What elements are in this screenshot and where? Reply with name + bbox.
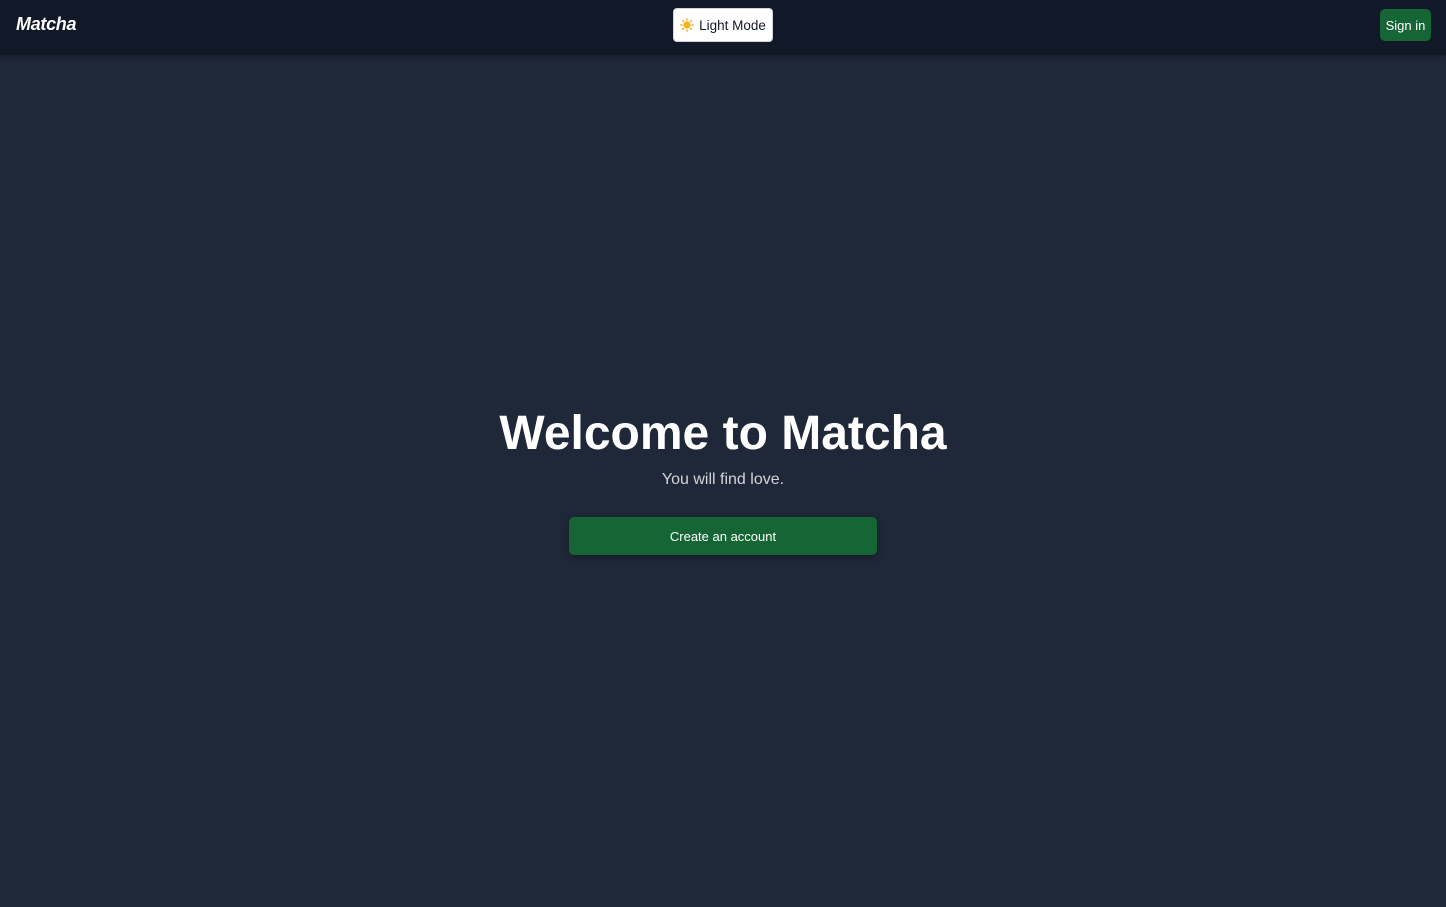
hero-section: Welcome to Matcha You will find love. Cr… [0, 55, 1446, 907]
sign-in-button[interactable]: Sign in [1380, 9, 1431, 41]
sun-icon [680, 18, 694, 32]
theme-toggle-button[interactable]: Light Mode [673, 8, 773, 42]
navbar: Matcha Light Mode Sign in [0, 0, 1446, 55]
theme-toggle-label: Light Mode [699, 17, 766, 33]
create-account-button[interactable]: Create an account [569, 517, 877, 555]
hero-title: Welcome to Matcha [499, 407, 947, 460]
hero-subtitle: You will find love. [661, 471, 785, 488]
brand-logo[interactable]: Matcha [16, 14, 77, 35]
